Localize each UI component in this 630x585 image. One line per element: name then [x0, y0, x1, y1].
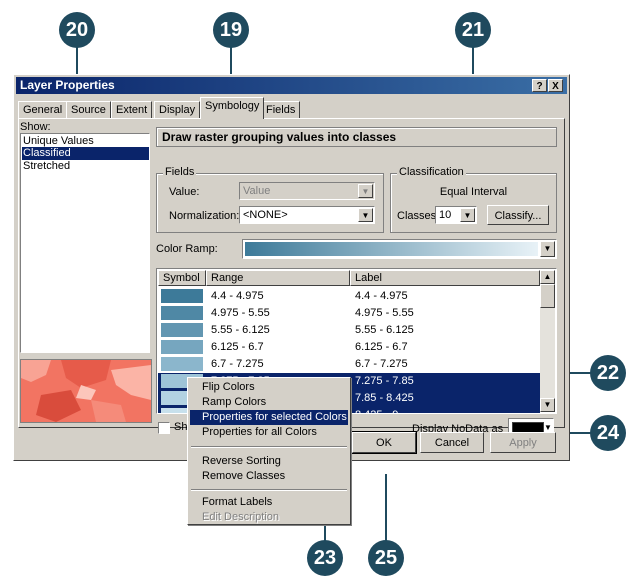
cancel-button[interactable]: Cancel	[420, 432, 484, 453]
menu-ramp-colors[interactable]: Ramp Colors	[190, 395, 348, 410]
show-item-stretched[interactable]: Stretched	[23, 160, 70, 172]
context-menu: Flip Colors Ramp Colors Properties for s…	[187, 377, 351, 525]
help-button[interactable]: ?	[532, 79, 547, 92]
show-class-breaks-label: Sh	[174, 421, 188, 433]
color-ramp-preview	[245, 242, 538, 256]
normalization-label: Normalization:	[169, 210, 240, 222]
tab-extent[interactable]: Extent	[111, 101, 153, 118]
table-row[interactable]: 4.975 - 5.55 4.975 - 5.55	[158, 305, 540, 322]
menu-reverse-sorting[interactable]: Reverse Sorting	[190, 454, 348, 469]
color-ramp-label: Color Ramp:	[156, 243, 218, 255]
table-scrollbar[interactable]: ▲ ▼	[540, 270, 555, 412]
tab-source[interactable]: Source	[66, 101, 111, 118]
label-cell[interactable]: 4.975 - 5.55	[355, 307, 414, 319]
value-label: Value:	[169, 186, 200, 198]
menu-edit-description: Edit Description	[202, 511, 280, 523]
scroll-down-icon[interactable]: ▼	[540, 398, 555, 412]
renderer-description: Draw raster grouping values into classes	[156, 127, 557, 147]
header-range[interactable]: Range	[206, 270, 350, 286]
menu-separator	[191, 489, 347, 491]
tab-fields[interactable]: Fields	[261, 101, 301, 118]
scroll-thumb[interactable]	[540, 284, 555, 308]
classification-method: Equal Interval	[439, 186, 508, 198]
range-cell: 4.4 - 4.975	[211, 290, 264, 302]
show-item-classified[interactable]: Classified	[22, 147, 149, 160]
callout-19: 19	[213, 12, 249, 48]
header-symbol[interactable]: Symbol	[158, 270, 206, 286]
label-cell[interactable]: 7.85 - 8.425	[355, 392, 414, 404]
menu-format-labels[interactable]: Format Labels	[190, 495, 348, 510]
fields-group: Fields Value: Value ▼ Normalization: <NO…	[156, 166, 384, 233]
value-dropdown-icon: ▼	[358, 184, 373, 198]
table-row[interactable]: 6.7 - 7.275 6.7 - 7.275	[158, 356, 540, 373]
table-row[interactable]: 4.4 - 4.975 4.4 - 4.975	[158, 288, 540, 305]
preview-image	[20, 359, 152, 423]
classes-select-text: 10	[439, 209, 452, 221]
classify-button[interactable]: Classify...	[487, 205, 549, 225]
value-select[interactable]: Value ▼	[239, 182, 375, 200]
show-class-breaks-checkbox[interactable]	[158, 422, 170, 434]
callout-line-25	[385, 474, 387, 548]
symbol-swatch[interactable]	[161, 340, 203, 354]
label-cell[interactable]: 6.7 - 7.275	[355, 358, 408, 370]
normalization-dropdown-icon: ▼	[358, 208, 373, 222]
color-ramp-dropdown-icon: ▼	[540, 241, 555, 257]
tab-display[interactable]: Display	[154, 101, 201, 118]
callout-21: 21	[455, 12, 491, 48]
label-cell[interactable]: 7.275 - 7.85	[355, 375, 414, 387]
label-cell[interactable]: 6.125 - 6.7	[355, 341, 408, 353]
range-cell: 6.125 - 6.7	[211, 341, 264, 353]
range-cell: 6.7 - 7.275	[211, 358, 264, 370]
symbol-swatch[interactable]	[161, 323, 203, 337]
range-cell: 4.975 - 5.55	[211, 307, 270, 319]
fields-group-label: Fields	[163, 166, 197, 178]
menu-separator	[191, 446, 347, 448]
show-item-unique-values[interactable]: Unique Values	[23, 135, 94, 147]
color-ramp-select[interactable]: ▼	[242, 239, 557, 259]
table-row[interactable]: 5.55 - 6.125 5.55 - 6.125	[158, 322, 540, 339]
classes-label: Classes:	[397, 210, 440, 222]
show-label: Show:	[20, 121, 51, 133]
symbol-swatch[interactable]	[161, 289, 203, 303]
classification-group-label: Classification	[397, 166, 466, 178]
table-row[interactable]: 6.125 - 6.7 6.125 - 6.7	[158, 339, 540, 356]
menu-properties-selected-colors[interactable]: Properties for selected Colors	[190, 410, 348, 425]
callout-20: 20	[59, 12, 95, 48]
normalization-select-text: <NONE>	[243, 209, 288, 221]
callout-23: 23	[307, 540, 343, 576]
menu-properties-all-colors[interactable]: Properties for all Colors	[190, 425, 348, 440]
ok-button[interactable]: OK	[351, 431, 417, 454]
apply-button[interactable]: Apply	[490, 432, 556, 453]
label-cell[interactable]: 8.425 - 9	[355, 409, 398, 413]
scroll-up-icon[interactable]: ▲	[540, 270, 555, 284]
callout-22: 22	[590, 355, 626, 391]
classes-select[interactable]: 10 ▼	[435, 206, 477, 224]
callout-25: 25	[368, 540, 404, 576]
tab-general[interactable]: General	[18, 101, 68, 118]
label-cell[interactable]: 5.55 - 6.125	[355, 324, 414, 336]
classes-dropdown-icon: ▼	[460, 208, 475, 222]
normalization-select[interactable]: <NONE> ▼	[239, 206, 375, 224]
menu-remove-classes[interactable]: Remove Classes	[190, 469, 348, 484]
dialog-titlebar: Layer Properties ? X	[16, 77, 567, 94]
tab-symbology[interactable]: Symbology	[200, 97, 265, 119]
value-select-text: Value	[243, 185, 271, 197]
label-cell[interactable]: 4.4 - 4.975	[355, 290, 408, 302]
close-button[interactable]: X	[548, 79, 563, 92]
symbol-swatch[interactable]	[161, 306, 203, 320]
range-cell: 5.55 - 6.125	[211, 324, 270, 336]
symbol-swatch[interactable]	[161, 357, 203, 371]
classification-group: Classification Equal Interval Classes: 1…	[390, 166, 557, 233]
dialog-title: Layer Properties	[20, 78, 115, 92]
menu-flip-colors[interactable]: Flip Colors	[190, 380, 348, 395]
callout-24: 24	[590, 415, 626, 451]
header-label[interactable]: Label	[350, 270, 540, 286]
nodata-dropdown-icon: ▼	[544, 423, 552, 432]
show-list: Unique Values Classified Stretched	[20, 133, 150, 353]
